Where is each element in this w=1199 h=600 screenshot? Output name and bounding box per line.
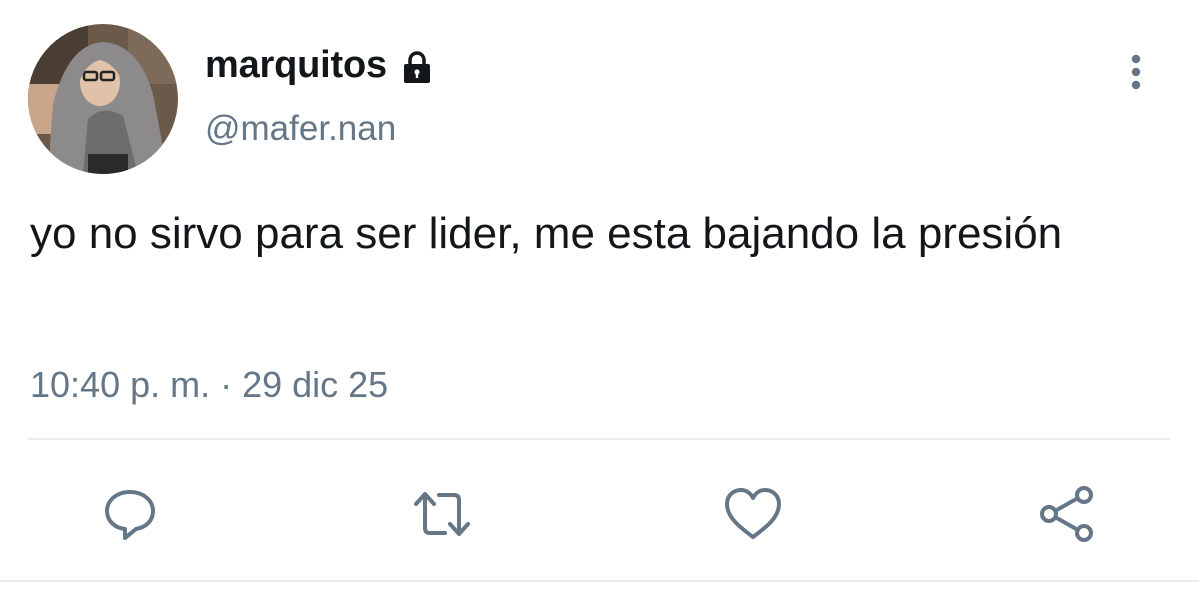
name-row: marquitos [205,44,435,87]
retweet-button[interactable] [412,484,472,544]
more-options-button[interactable] [1114,50,1158,94]
lock-icon [403,50,430,83]
avatar[interactable] [28,24,178,174]
share-icon [1040,486,1093,542]
retweet-icon [414,492,470,536]
tweet-card: marquitos @mafer.nan yo no sirvo para se… [0,0,1199,600]
user-handle[interactable]: @mafer.nan [205,109,396,149]
share-button[interactable] [1037,484,1097,544]
display-name[interactable]: marquitos [205,44,387,87]
like-button[interactable] [723,484,783,544]
tweet-text: yo no sirvo para ser lider, me esta baja… [30,209,1063,258]
avatar-image [28,24,178,174]
tweet-timestamp[interactable]: 10:40 p. m. · 29 dic 25 [30,364,388,406]
more-vertical-icon [1131,54,1141,90]
reply-button[interactable] [100,484,160,544]
divider [28,438,1170,440]
divider-bottom [0,580,1199,582]
heart-icon [725,488,781,539]
reply-icon [105,490,155,540]
